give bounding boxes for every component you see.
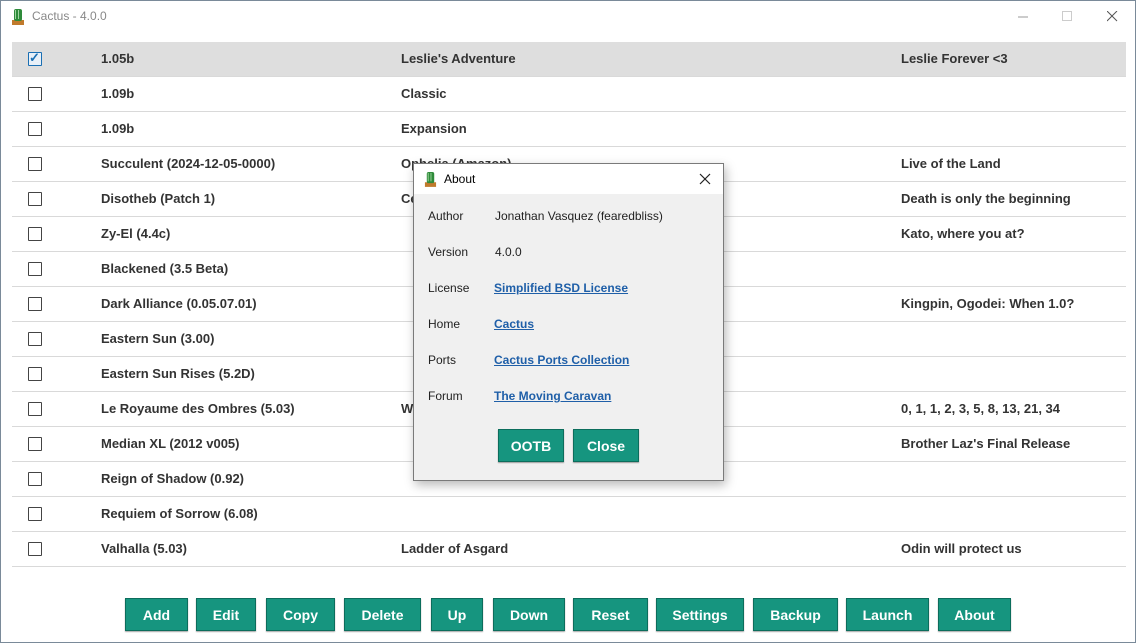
version-cell: 1.05b bbox=[101, 51, 135, 66]
add-button[interactable]: Add bbox=[125, 598, 188, 631]
notes-cell: Leslie Forever <3 bbox=[901, 51, 1008, 66]
row-checkbox[interactable] bbox=[28, 472, 42, 486]
version-cell: 1.09b bbox=[101, 86, 135, 101]
delete-button[interactable]: Delete bbox=[344, 598, 421, 631]
row-checkbox[interactable] bbox=[28, 192, 42, 206]
settings-button[interactable]: Settings bbox=[656, 598, 744, 631]
version-cell: Median XL (2012 v005) bbox=[101, 436, 240, 451]
notes-cell: Brother Laz's Final Release bbox=[901, 436, 1071, 451]
close-window-button[interactable] bbox=[1089, 1, 1135, 31]
author-label: Author bbox=[428, 209, 464, 223]
row-checkbox[interactable] bbox=[28, 262, 42, 276]
row-checkbox[interactable] bbox=[28, 87, 42, 101]
cactus-icon bbox=[12, 9, 24, 25]
row-checkbox[interactable] bbox=[28, 367, 42, 381]
checkmark-icon: ✓ bbox=[29, 50, 40, 65]
ports-label: Ports bbox=[428, 353, 457, 367]
name-cell: Expansion bbox=[401, 121, 467, 136]
license-link[interactable]: Simplified BSD License bbox=[494, 281, 628, 295]
about-close-x-button[interactable] bbox=[694, 168, 716, 190]
forum-link[interactable]: The Moving Caravan bbox=[494, 389, 611, 403]
table-row[interactable]: Valhalla (5.03) Ladder of Asgard Odin will… bbox=[12, 532, 1126, 567]
row-checkbox[interactable] bbox=[28, 402, 42, 416]
launch-button[interactable]: Launch bbox=[846, 598, 929, 631]
maximize-button[interactable] bbox=[1044, 1, 1090, 31]
version-cell: Valhalla (5.03) bbox=[101, 541, 187, 556]
version-cell: Zy-El (4.4c) bbox=[101, 226, 171, 241]
notes-cell: Kato, where you at? bbox=[901, 226, 1025, 241]
row-checkbox[interactable] bbox=[28, 297, 42, 311]
forum-label: Forum bbox=[428, 389, 463, 403]
notes-cell: 0, 1, 1, 2, 3, 5, 8, 13, 21, 34 bbox=[901, 401, 1061, 416]
ports-link[interactable]: Cactus Ports Collection bbox=[494, 353, 629, 367]
row-checkbox[interactable] bbox=[28, 332, 42, 346]
title-bar: Cactus - 4.0.0 bbox=[1, 1, 1135, 32]
row-checkbox[interactable] bbox=[28, 542, 42, 556]
notes-cell: Odin will protect us bbox=[901, 541, 1022, 556]
version-label: Version bbox=[428, 245, 469, 259]
notes-cell: Live of the Land bbox=[901, 156, 1001, 171]
about-title: About bbox=[444, 172, 476, 186]
backup-button[interactable]: Backup bbox=[753, 598, 838, 631]
edit-button[interactable]: Edit bbox=[196, 598, 256, 631]
close-button[interactable]: Close bbox=[573, 429, 639, 462]
about-button[interactable]: About bbox=[938, 598, 1011, 631]
row-checkbox[interactable] bbox=[28, 507, 42, 521]
about-title-bar: About bbox=[414, 164, 723, 194]
cactus-icon bbox=[424, 172, 437, 187]
table-row[interactable]: 1.09b Expansion bbox=[12, 112, 1126, 147]
copy-button[interactable]: Copy bbox=[266, 598, 335, 631]
version-cell: Eastern Sun (3.00) bbox=[101, 331, 215, 346]
row-checkbox[interactable] bbox=[28, 157, 42, 171]
version-cell: Succulent (2024-12-05-0000) bbox=[101, 156, 276, 171]
version-cell: Blackened (3.5 Beta) bbox=[101, 261, 229, 276]
window-title: Cactus - 4.0.0 bbox=[32, 9, 107, 23]
notes-cell: Kingpin, Ogodei: When 1.0? bbox=[901, 296, 1075, 311]
version-value: 4.0.0 bbox=[495, 245, 522, 259]
table-row[interactable]: Requiem of Sorrow (6.08) bbox=[12, 497, 1126, 532]
row-checkbox[interactable] bbox=[28, 122, 42, 136]
version-cell: Eastern Sun Rises (5.2D) bbox=[101, 366, 255, 381]
table-row[interactable]: ✓ 1.05b Leslie's Adventure Leslie Forever <… bbox=[12, 42, 1126, 77]
author-value: Jonathan Vasquez (fearedbliss) bbox=[495, 209, 663, 223]
ootb-button[interactable]: OOTB bbox=[498, 429, 564, 462]
toolbar: Add Edit Copy Delete Up Down Reset Settings Back… bbox=[1, 598, 1136, 632]
version-cell: Dark Alliance (0.05.07.01) bbox=[101, 296, 257, 311]
row-checkbox[interactable]: ✓ bbox=[28, 50, 42, 66]
minimize-button[interactable] bbox=[1000, 1, 1046, 31]
version-cell: Requiem of Sorrow (6.08) bbox=[101, 506, 258, 521]
down-button[interactable]: Down bbox=[493, 598, 565, 631]
home-link[interactable]: Cactus bbox=[494, 317, 534, 331]
table-row[interactable]: 1.09b Classic bbox=[12, 77, 1126, 112]
row-checkbox[interactable] bbox=[28, 437, 42, 451]
version-cell: Disotheb (Patch 1) bbox=[101, 191, 216, 206]
name-cell: Leslie's Adventure bbox=[401, 51, 516, 66]
notes-cell: Death is only the beginning bbox=[901, 191, 1071, 206]
home-label: Home bbox=[428, 317, 461, 331]
license-label: License bbox=[428, 281, 470, 295]
version-cell: Le Royaume des Ombres (5.03) bbox=[101, 401, 295, 416]
row-checkbox[interactable] bbox=[28, 227, 42, 241]
minimize-icon bbox=[1017, 16, 1028, 17]
version-cell: Reign of Shadow (0.92) bbox=[101, 471, 245, 486]
up-button[interactable]: Up bbox=[431, 598, 483, 631]
maximize-icon bbox=[1061, 10, 1072, 21]
version-cell: 1.09b bbox=[101, 121, 135, 136]
close-icon bbox=[1106, 10, 1117, 21]
about-dialog: About Author Jonathan Vasquez (fearedbli… bbox=[413, 163, 724, 481]
reset-button[interactable]: Reset bbox=[573, 598, 648, 631]
name-cell: Ladder of Asgard bbox=[401, 541, 509, 556]
name-cell: Classic bbox=[401, 86, 447, 101]
close-icon bbox=[699, 173, 711, 185]
